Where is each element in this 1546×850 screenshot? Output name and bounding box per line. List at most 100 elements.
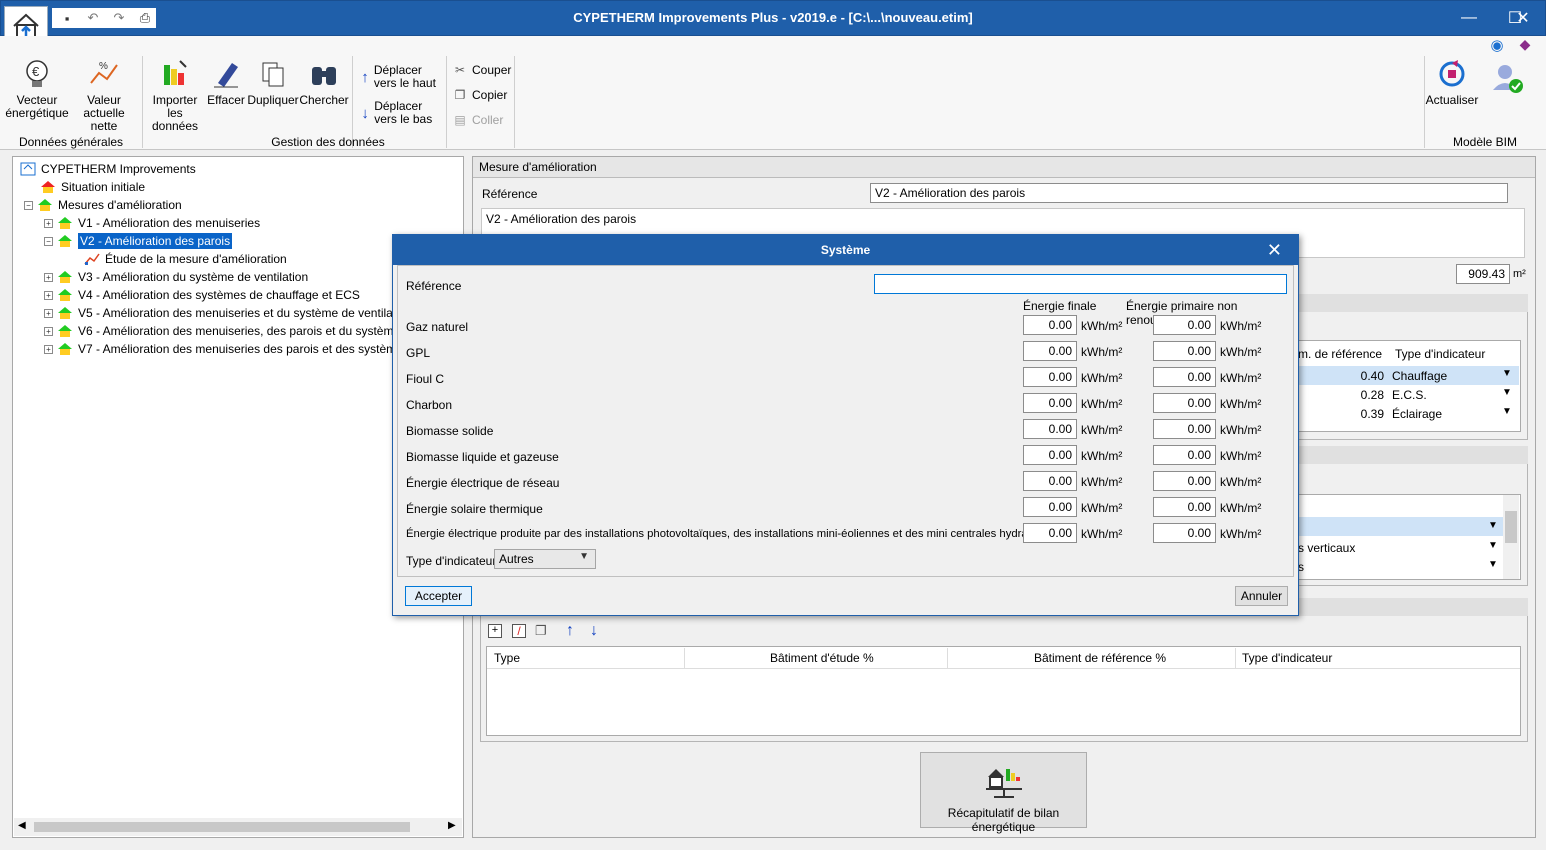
type-indicateur-select[interactable]: Autres ▼ — [494, 549, 596, 569]
row-type[interactable]: Chauffage — [1392, 369, 1447, 383]
expand-icon[interactable]: + — [44, 290, 53, 300]
surface-field[interactable]: 909.43 — [1456, 264, 1510, 284]
close-window-button[interactable]: ✕ — [1500, 6, 1546, 30]
tree-item-etude[interactable]: Étude de la mesure d'amélioration — [84, 250, 287, 268]
save-icon[interactable]: ▪ — [56, 9, 78, 27]
expand-icon[interactable]: + — [44, 344, 53, 354]
chevron-down-icon[interactable]: ▼ — [1502, 368, 1512, 379]
groupbox-header — [1296, 446, 1528, 464]
dialog-close-icon[interactable]: ✕ — [1267, 240, 1282, 261]
row-type[interactable]: E.C.S. — [1392, 388, 1427, 402]
deplacer-haut-button[interactable]: ↑ Déplacer vers le haut — [360, 64, 444, 90]
chevron-down-icon[interactable]: ▼ — [1502, 387, 1512, 398]
tree-root[interactable]: CYPETHERM Improvements — [20, 160, 196, 178]
couper-button[interactable]: ✂ Couper — [452, 62, 511, 78]
tree-hscrollbar[interactable]: ◀ ▶ — [14, 818, 462, 836]
finale-input[interactable]: 0.00 — [1023, 471, 1077, 491]
col-reference: m. de référence — [1298, 347, 1383, 361]
tree-item-v3[interactable]: + V3 - Amélioration du système de ventil… — [44, 268, 308, 286]
primaire-input[interactable]: 0.00 — [1153, 315, 1216, 335]
house-green-icon — [58, 325, 72, 337]
reference-field[interactable]: V2 - Amélioration des parois — [870, 183, 1508, 203]
scroll-thumb[interactable] — [34, 822, 410, 832]
add-row-icon[interactable]: + — [488, 624, 502, 638]
finale-input[interactable]: 0.00 — [1023, 393, 1077, 413]
tree-item-v4[interactable]: + V4 - Amélioration des systèmes de chau… — [44, 286, 360, 304]
primaire-input[interactable]: 0.00 — [1153, 523, 1216, 543]
primaire-input[interactable]: 0.00 — [1153, 445, 1216, 465]
undo-icon[interactable]: ↶ — [82, 9, 104, 27]
scroll-right-icon[interactable]: ▶ — [448, 820, 456, 831]
app-home-icon — [20, 162, 36, 176]
copier-button[interactable]: ❐ Copier — [452, 87, 508, 103]
primaire-input[interactable]: 0.00 — [1153, 497, 1216, 517]
scroll-left-icon[interactable]: ◀ — [18, 820, 26, 831]
paste-icon: ▤ — [454, 113, 466, 127]
help-globe-icon[interactable]: ◉ — [1486, 36, 1508, 54]
redo-icon[interactable]: ↷ — [108, 9, 130, 27]
finale-input[interactable]: 0.00 — [1023, 419, 1077, 439]
move-up-icon[interactable]: ↑ — [566, 622, 574, 640]
print-icon[interactable]: ⎙ — [134, 9, 156, 27]
list-item[interactable]: s verticaux — [1298, 541, 1355, 555]
tree-item-v6[interactable]: + V6 - Amélioration des menuiseries, des… — [44, 322, 433, 340]
delete-row-icon[interactable]: / — [512, 624, 526, 638]
valeur-actuelle-button[interactable]: % Valeur actuelle nette — [70, 58, 138, 133]
book-icon[interactable]: ◆ — [1514, 36, 1536, 54]
primaire-input[interactable]: 0.00 — [1153, 471, 1216, 491]
reference-input[interactable] — [874, 274, 1287, 294]
expand-icon[interactable]: + — [44, 308, 53, 318]
chevron-down-icon[interactable]: ▼ — [1488, 540, 1498, 551]
chevron-down-icon[interactable]: ▼ — [1502, 406, 1512, 417]
house-green-icon — [58, 289, 72, 301]
collapse-icon[interactable]: − — [44, 236, 53, 246]
row-value: 0.28 — [1360, 388, 1384, 402]
chevron-down-icon[interactable]: ▼ — [1488, 520, 1498, 531]
bim-user-icon[interactable] — [1490, 60, 1524, 94]
expand-icon[interactable]: + — [44, 326, 53, 336]
arrow-up-icon: ↑ — [361, 68, 369, 86]
tree-item-situation[interactable]: Situation initiale — [40, 178, 145, 196]
chercher-button[interactable]: Chercher — [299, 58, 349, 107]
finale-input[interactable]: 0.00 — [1023, 445, 1077, 465]
unit-label: kWh/m² — [1220, 475, 1262, 489]
scroll-thumb[interactable] — [1505, 511, 1517, 543]
cancel-button[interactable]: Annuler — [1235, 586, 1288, 606]
group-modele-bim: Modèle BIM — [1452, 135, 1518, 149]
effacer-button[interactable]: Effacer — [206, 58, 246, 107]
accept-button[interactable]: Accepter — [405, 586, 472, 606]
move-down-icon[interactable]: ↓ — [590, 622, 598, 640]
row-type[interactable]: Éclairage — [1392, 407, 1442, 421]
tree-item-v7[interactable]: + V7 - Amélioration des menuiseries des … — [44, 340, 432, 358]
expand-icon[interactable]: + — [44, 272, 53, 282]
row-label: Énergie solaire thermique — [406, 502, 543, 516]
list-item-selected[interactable] — [1297, 517, 1503, 536]
expand-icon[interactable]: + — [44, 218, 53, 228]
dupliquer-button[interactable]: Dupliquer — [247, 58, 299, 107]
type-indicateur-label: Type d'indicateur — [406, 554, 497, 568]
primaire-input[interactable]: 0.00 — [1153, 419, 1216, 439]
finale-input[interactable]: 0.00 — [1023, 523, 1077, 543]
list-vscrollbar[interactable] — [1503, 495, 1519, 579]
primaire-input[interactable]: 0.00 — [1153, 367, 1216, 387]
tree-item-mesures[interactable]: − Mesures d'amélioration — [24, 196, 182, 214]
coller-button[interactable]: ▤ Coller — [452, 112, 503, 128]
recap-button[interactable]: Récapitulatif de bilan énergétique — [920, 752, 1087, 834]
chevron-down-icon[interactable]: ▼ — [1488, 559, 1498, 570]
primaire-input[interactable]: 0.00 — [1153, 393, 1216, 413]
primaire-input[interactable]: 0.00 — [1153, 341, 1216, 361]
tree-item-v1[interactable]: + V1 - Amélioration des menuiseries — [44, 214, 260, 232]
finale-input[interactable]: 0.00 — [1023, 367, 1077, 387]
finale-input[interactable]: 0.00 — [1023, 341, 1077, 361]
tree-item-v2[interactable]: − V2 - Amélioration des parois — [44, 232, 233, 250]
collapse-icon[interactable]: − — [24, 200, 33, 210]
finale-input[interactable]: 0.00 — [1023, 315, 1077, 335]
importer-button[interactable]: Importer les données — [146, 58, 204, 133]
vecteur-energetique-button[interactable]: € Vecteur énergétique — [5, 58, 69, 120]
tree-item-v5[interactable]: + V5 - Amélioration des menuiseries et d… — [44, 304, 412, 322]
copy-row-icon[interactable]: ❐ — [535, 624, 551, 638]
deplacer-bas-button[interactable]: ↓ Déplacer vers le bas — [360, 100, 444, 126]
finale-input[interactable]: 0.00 — [1023, 497, 1077, 517]
house-red-icon — [41, 181, 55, 193]
actualiser-button[interactable]: Actualiser — [1426, 58, 1478, 107]
